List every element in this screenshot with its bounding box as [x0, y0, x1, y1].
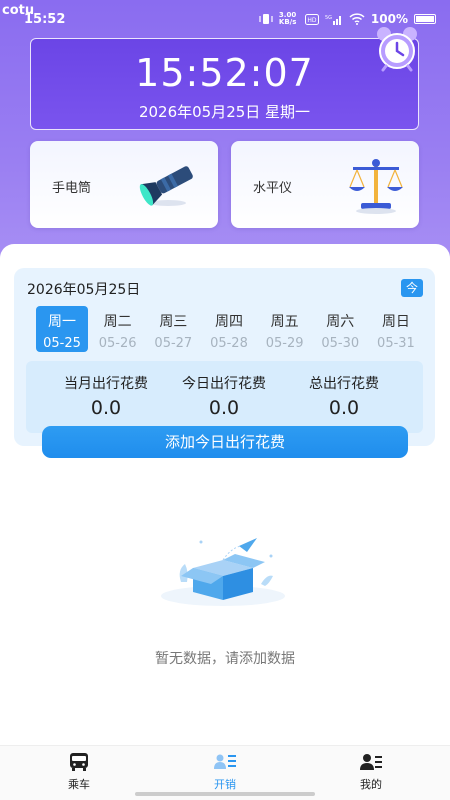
- svg-text:5G: 5G: [325, 15, 332, 21]
- calendar-date: 2026年05月25日: [27, 282, 141, 298]
- week-day-name: 周二: [103, 314, 132, 330]
- bus-icon: [70, 753, 88, 771]
- alarm-clock-icon[interactable]: [372, 24, 422, 72]
- tab-ride[interactable]: 乘车: [39, 752, 119, 792]
- stat-today: 今日出行花费 0.0: [159, 373, 289, 419]
- net-speed: 3.00 KB/s: [278, 11, 297, 26]
- flashlight-label: 手电筒: [52, 181, 92, 196]
- empty-state-text: 暂无数据，请添加数据: [155, 651, 295, 667]
- week-day-name: 周三: [159, 314, 188, 330]
- week-day-date: 05-26: [98, 336, 137, 351]
- week-day-name: 周四: [214, 314, 243, 330]
- week-day-date: 05-27: [154, 336, 193, 351]
- status-time: 15:52: [24, 12, 66, 27]
- week-day-date: 05-30: [321, 336, 360, 351]
- flashlight-tool-card[interactable]: 手电筒: [30, 141, 218, 228]
- stat-month: 当月出行花费 0.0: [41, 373, 171, 419]
- hd-icon: HD: [304, 13, 319, 25]
- week-day-thu[interactable]: 周四 05-28: [203, 306, 255, 352]
- week-day-date: 05-29: [265, 336, 304, 351]
- vibrate-icon: [259, 14, 273, 24]
- profile-icon: [360, 754, 382, 770]
- clock-card: 15:52:07 2026年05月25日 星期一: [30, 38, 419, 130]
- week-day-date: 05-31: [377, 336, 415, 351]
- tab-label: 我的: [360, 778, 382, 791]
- level-label: 水平仪: [253, 181, 293, 196]
- week-day-sat[interactable]: 周六 05-30: [314, 306, 366, 352]
- stat-value: 0.0: [208, 397, 240, 419]
- battery-icon: [414, 14, 436, 24]
- tab-label: 开销: [214, 778, 236, 791]
- empty-box-icon: [161, 538, 285, 606]
- week-day-wed[interactable]: 周三 05-27: [147, 306, 199, 352]
- tab-expense[interactable]: 开销: [185, 752, 265, 792]
- week-day-name: 周日: [381, 314, 410, 330]
- home-indicator: [135, 792, 315, 796]
- wifi-icon: [349, 13, 365, 25]
- week-day-mon[interactable]: 周一 05-25: [36, 306, 88, 352]
- tab-label: 乘车: [68, 778, 90, 791]
- week-day-date: 05-25: [43, 336, 81, 351]
- expense-list-icon: [214, 754, 236, 769]
- week-day-sun[interactable]: 周日 05-31: [370, 306, 422, 352]
- expense-stats: 当月出行花费 0.0 今日出行花费 0.0 总出行花费 0.0: [26, 361, 423, 433]
- signal-icon: 5G: [325, 15, 341, 25]
- week-day-name: 周六: [326, 314, 355, 330]
- week-day-name: 周一: [48, 314, 76, 330]
- stat-value: 0.0: [90, 397, 122, 419]
- stat-label: 总出行花费: [309, 376, 379, 392]
- stat-label: 今日出行花费: [182, 376, 266, 392]
- stat-total: 总出行花费 0.0: [279, 373, 409, 419]
- flashlight-icon: [139, 166, 193, 206]
- clock-time: 15:52:07: [135, 51, 314, 95]
- week-day-tue[interactable]: 周二 05-26: [92, 306, 144, 352]
- level-tool-card[interactable]: 水平仪: [231, 141, 419, 228]
- week-day-date: 05-28: [210, 336, 248, 351]
- stat-label: 当月出行花费: [64, 376, 148, 392]
- add-expense-button[interactable]: 添加今日出行花费: [42, 426, 408, 458]
- week-selector: 周一 05-25 周二 05-26 周三 05-27 周四 05-28 周五 0…: [36, 306, 422, 352]
- tab-profile[interactable]: 我的: [331, 752, 411, 792]
- week-day-fri[interactable]: 周五 05-29: [259, 306, 311, 352]
- week-day-name: 周五: [270, 314, 299, 330]
- svg-text:HD: HD: [307, 17, 317, 24]
- clock-date: 2026年05月25日 星期一: [138, 103, 311, 121]
- balance-scale-icon: [349, 159, 403, 214]
- today-button[interactable]: 今: [401, 279, 423, 297]
- stat-value: 0.0: [328, 397, 360, 419]
